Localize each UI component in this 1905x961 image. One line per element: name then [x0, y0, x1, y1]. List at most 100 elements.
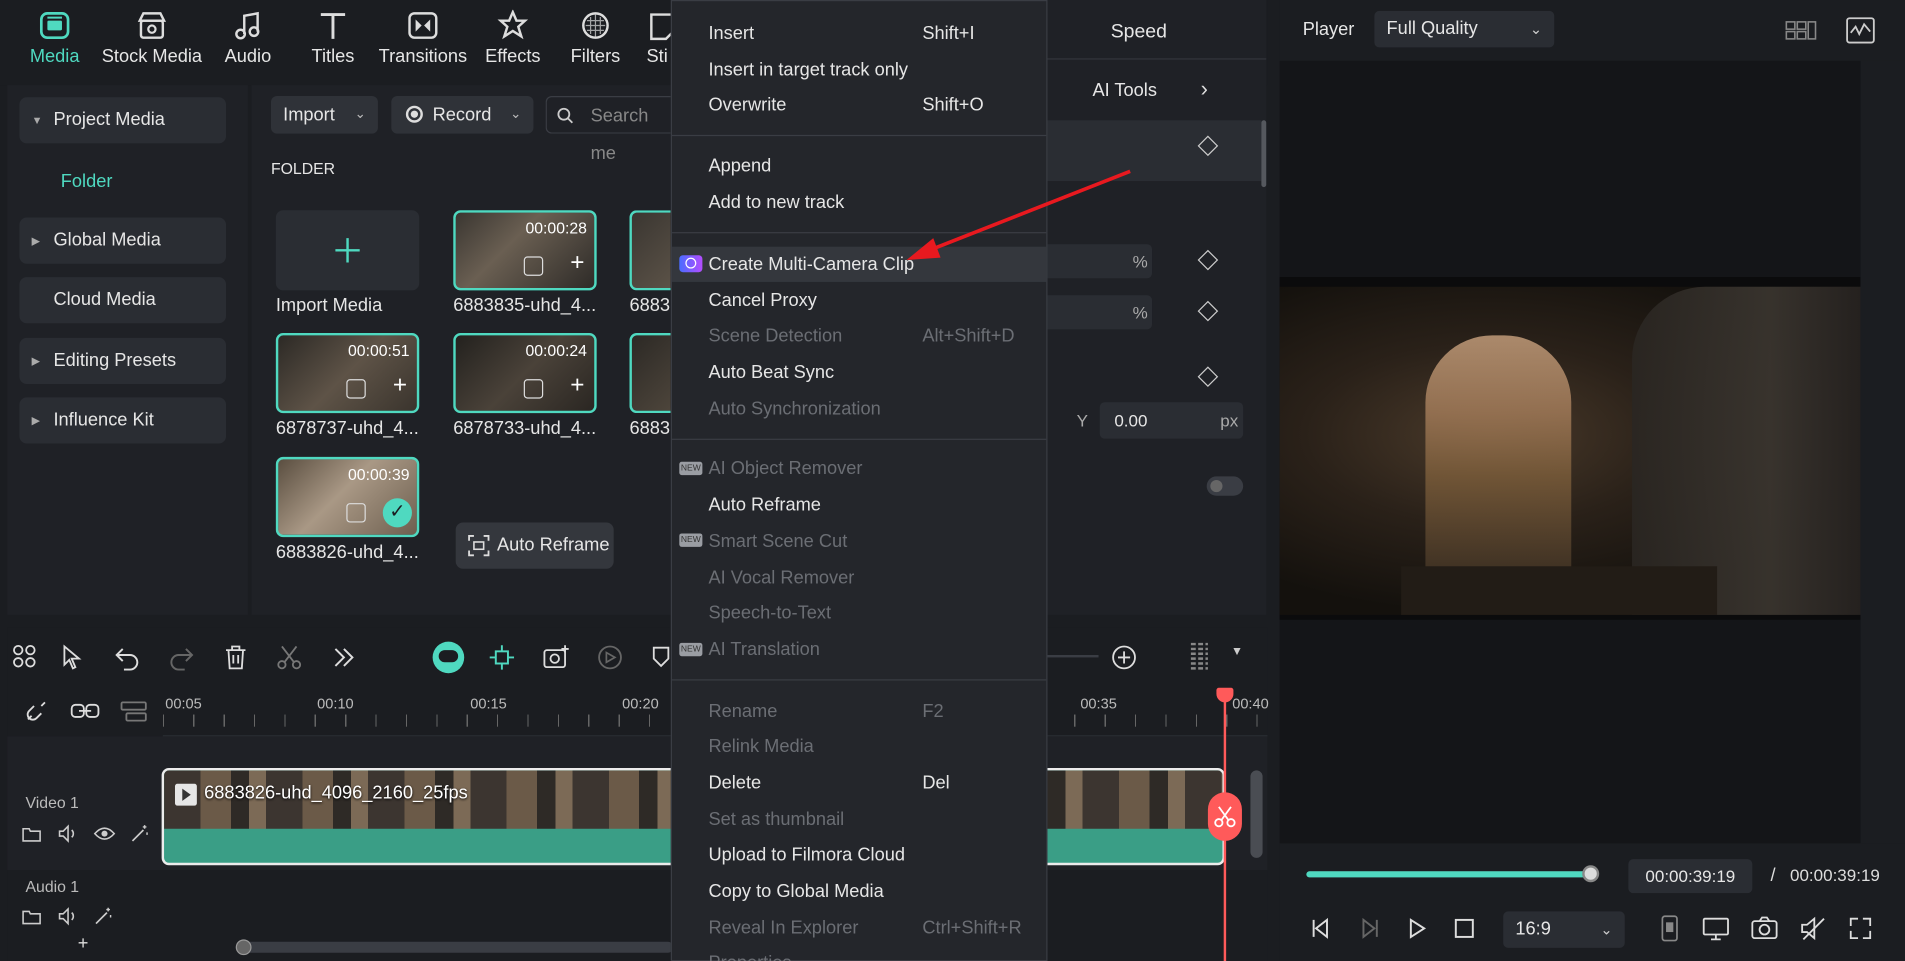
- more-tools-icon[interactable]: [331, 644, 358, 671]
- record-button[interactable]: Record ⌄: [391, 96, 534, 134]
- position-y-input[interactable]: 0.00 px: [1099, 402, 1244, 439]
- speaker-icon[interactable]: [58, 824, 77, 843]
- media-clip-thumbnail[interactable]: 00:00:28 +: [453, 210, 597, 291]
- motion-track-icon[interactable]: [597, 644, 624, 671]
- previous-frame-icon[interactable]: [1309, 916, 1333, 940]
- tab-effects[interactable]: Effects: [484, 9, 542, 78]
- zoom-slider-track[interactable]: [1047, 654, 1099, 658]
- display-settings-icon[interactable]: [1702, 915, 1729, 942]
- snap-magnet-icon[interactable]: [489, 644, 516, 671]
- quality-value: Full Quality: [1386, 18, 1478, 39]
- chevron-down-icon[interactable]: ▼: [1231, 645, 1243, 658]
- add-to-timeline-icon[interactable]: +: [570, 372, 584, 400]
- menu-item-copy-to-global-media[interactable]: Copy to Global Media: [708, 881, 883, 902]
- timeline-horizontal-scrollbar[interactable]: [235, 939, 674, 956]
- layout-grid-icon[interactable]: [12, 644, 39, 671]
- stop-icon[interactable]: [1453, 917, 1475, 939]
- split-scissors-button[interactable]: [1207, 792, 1242, 841]
- link-icon[interactable]: [70, 700, 100, 722]
- chevron-down-icon: ⌄: [354, 106, 366, 122]
- track-height-icon[interactable]: [1188, 642, 1210, 674]
- folder-lock-icon[interactable]: [22, 824, 41, 843]
- menu-item-append[interactable]: Append: [708, 156, 771, 177]
- sidebar-item-folder[interactable]: Folder: [61, 171, 113, 192]
- scissors-icon[interactable]: [276, 644, 303, 671]
- next-frame-icon[interactable]: [1357, 916, 1381, 940]
- sidebar-item-editing-presets[interactable]: ▶ Editing Presets: [19, 337, 227, 385]
- tab-stock-media[interactable]: Stock Media: [100, 10, 205, 78]
- sidebar-item-influence-kit[interactable]: ▶ Influence Kit: [19, 397, 227, 444]
- ai-copilot-icon[interactable]: [432, 641, 465, 674]
- media-clip-thumbnail[interactable]: 00:00:24 +: [453, 332, 597, 414]
- auto-reframe-button[interactable]: Auto Reframe: [455, 522, 614, 569]
- tab-media[interactable]: Media: [24, 10, 85, 78]
- import-button[interactable]: Import ⌄: [270, 96, 378, 134]
- keyframe-diamond-icon[interactable]: [1197, 300, 1219, 322]
- undo-icon[interactable]: [114, 644, 141, 671]
- tab-audio[interactable]: Audio: [221, 10, 274, 78]
- snapshot-camera-icon[interactable]: [1751, 915, 1778, 940]
- menu-item-cancel-proxy[interactable]: Cancel Proxy: [708, 290, 816, 311]
- add-to-timeline-icon[interactable]: +: [393, 372, 407, 400]
- select-pointer-icon[interactable]: [61, 644, 88, 671]
- aspect-ratio-dropdown[interactable]: 16:9 ⌄: [1503, 911, 1625, 948]
- camera-add-icon[interactable]: [542, 643, 571, 670]
- ai-tools-label[interactable]: AI Tools: [1092, 80, 1157, 101]
- keyframe-diamond-icon[interactable]: [1197, 366, 1219, 388]
- speaker-icon[interactable]: [58, 907, 77, 926]
- track-manager-icon[interactable]: [120, 700, 147, 722]
- menu-item-auto-reframe[interactable]: Auto Reframe: [708, 495, 820, 516]
- tab-speed[interactable]: Speed: [1111, 22, 1167, 44]
- grid-view-icon[interactable]: [1785, 19, 1817, 41]
- mobile-preview-icon[interactable]: [1659, 915, 1681, 942]
- keyframe-diamond-icon[interactable]: [1197, 249, 1219, 271]
- scrollbar-handle[interactable]: [235, 939, 252, 956]
- menu-item-delete[interactable]: Delete: [708, 773, 761, 794]
- menu-item-insert[interactable]: Insert: [708, 23, 754, 44]
- redo-icon[interactable]: [168, 644, 195, 671]
- search-input[interactable]: Search me: [545, 96, 671, 164]
- menu-item-auto-beat-sync[interactable]: Auto Beat Sync: [708, 362, 834, 383]
- waveform-scope-icon[interactable]: [1846, 17, 1875, 44]
- sidebar-item-global-media[interactable]: ▶ Global Media: [19, 217, 227, 264]
- playback-scrubber-handle[interactable]: [1582, 865, 1600, 883]
- chevron-right-icon[interactable]: ›: [1201, 77, 1208, 103]
- import-media-tile[interactable]: [275, 210, 420, 291]
- menu-item-upload-filmora-cloud[interactable]: Upload to Filmora Cloud: [708, 845, 905, 866]
- current-time-field[interactable]: 00:00:39:19: [1628, 859, 1753, 894]
- zoom-in-icon[interactable]: [1111, 644, 1138, 671]
- sidebar-item-cloud-media[interactable]: Cloud Media: [19, 277, 227, 324]
- menu-item-insert-target-track[interactable]: Insert in target track only: [708, 60, 908, 81]
- tab-transitions[interactable]: Transitions: [377, 10, 469, 78]
- menu-item-auto-synchronization: Auto Synchronization: [708, 398, 881, 420]
- tab-stickers[interactable]: Sti: [646, 10, 671, 78]
- delete-trash-icon[interactable]: [222, 644, 249, 671]
- shield-icon[interactable]: [651, 644, 670, 671]
- quality-dropdown[interactable]: Full Quality ⌄: [1374, 10, 1555, 48]
- media-clip-thumbnail[interactable]: [629, 332, 671, 414]
- media-clip-thumbnail[interactable]: 00:00:39 ✓: [275, 456, 420, 538]
- volume-mute-icon[interactable]: [1800, 915, 1827, 942]
- tab-filters[interactable]: Filters: [569, 10, 622, 78]
- sidebar-item-project-media[interactable]: ▼ Project Media: [19, 97, 227, 144]
- menu-item-overwrite[interactable]: Overwrite: [708, 95, 786, 116]
- eye-icon[interactable]: [93, 825, 116, 842]
- unlink-icon[interactable]: [24, 699, 48, 723]
- play-icon[interactable]: [1405, 916, 1429, 940]
- playback-progress-bar[interactable]: [1306, 865, 1600, 883]
- scrollbar[interactable]: [1261, 120, 1267, 188]
- fullscreen-icon[interactable]: [1848, 916, 1872, 940]
- folder-lock-icon[interactable]: [22, 907, 41, 926]
- media-clip-thumbnail[interactable]: 00:00:51 +: [275, 332, 420, 414]
- media-clip-thumbnail[interactable]: [629, 210, 671, 291]
- player-label: Player: [1302, 19, 1355, 41]
- tab-titles[interactable]: Titles: [306, 10, 359, 78]
- timeline-vertical-scrollbar[interactable]: [1250, 770, 1263, 858]
- add-track-button[interactable]: +: [78, 933, 89, 954]
- add-to-timeline-icon[interactable]: +: [570, 249, 584, 277]
- magic-wand-icon[interactable]: [130, 824, 149, 843]
- menu-item-add-to-new-track[interactable]: Add to new track: [708, 192, 844, 213]
- toggle-switch[interactable]: [1206, 476, 1244, 496]
- magic-wand-icon[interactable]: [94, 907, 113, 926]
- menu-item-create-multicam-clip[interactable]: Create Multi-Camera Clip: [708, 254, 914, 275]
